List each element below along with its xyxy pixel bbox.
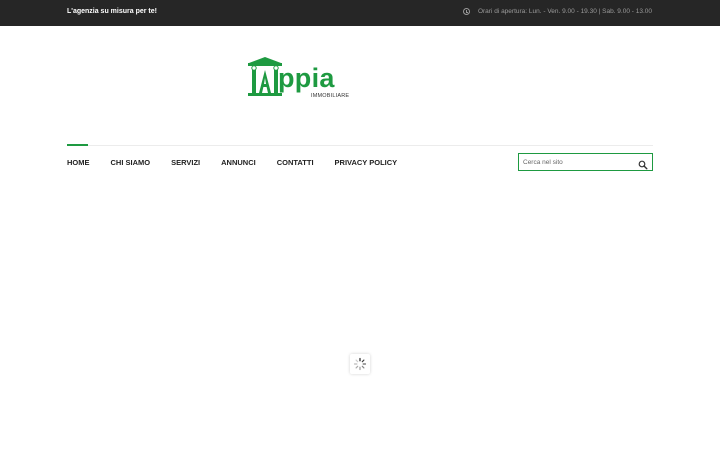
search-box bbox=[518, 153, 653, 171]
clock-icon bbox=[462, 8, 470, 15]
top-bar: L'agenzia su misura per te! Orari di ape… bbox=[0, 0, 720, 26]
site-logo[interactable]: ppia IMMOBILIARE bbox=[247, 56, 355, 102]
tagline: L'agenzia su misura per te! bbox=[67, 8, 157, 15]
nav-item-contatti[interactable]: CONTATTI bbox=[277, 158, 314, 167]
spinner-icon bbox=[353, 357, 367, 371]
nav-item-annunci[interactable]: ANNUNCI bbox=[221, 158, 256, 167]
logo-subtitle: IMMOBILIARE bbox=[311, 93, 350, 99]
nav-item-chi-siamo[interactable]: CHI SIAMO bbox=[111, 158, 151, 167]
nav-item-servizi[interactable]: SERVIZI bbox=[171, 158, 200, 167]
main-nav: HOME CHI SIAMO SERVIZI ANNUNCI CONTATTI … bbox=[67, 158, 418, 167]
opening-hours-text: Orari di apertura: Lun. - Ven. 9.00 - 19… bbox=[477, 8, 652, 15]
logo-wordmark: ppia bbox=[278, 63, 335, 93]
loading-spinner bbox=[350, 354, 370, 374]
search-icon[interactable] bbox=[638, 157, 648, 170]
nav-item-privacy-policy[interactable]: PRIVACY POLICY bbox=[335, 158, 398, 167]
nav-item-home[interactable]: HOME bbox=[67, 158, 90, 167]
nav-divider bbox=[67, 145, 653, 146]
nav-active-indicator bbox=[67, 144, 88, 146]
search-input[interactable] bbox=[519, 154, 634, 170]
opening-hours: Orari di apertura: Lun. - Ven. 9.00 - 19… bbox=[462, 8, 652, 15]
